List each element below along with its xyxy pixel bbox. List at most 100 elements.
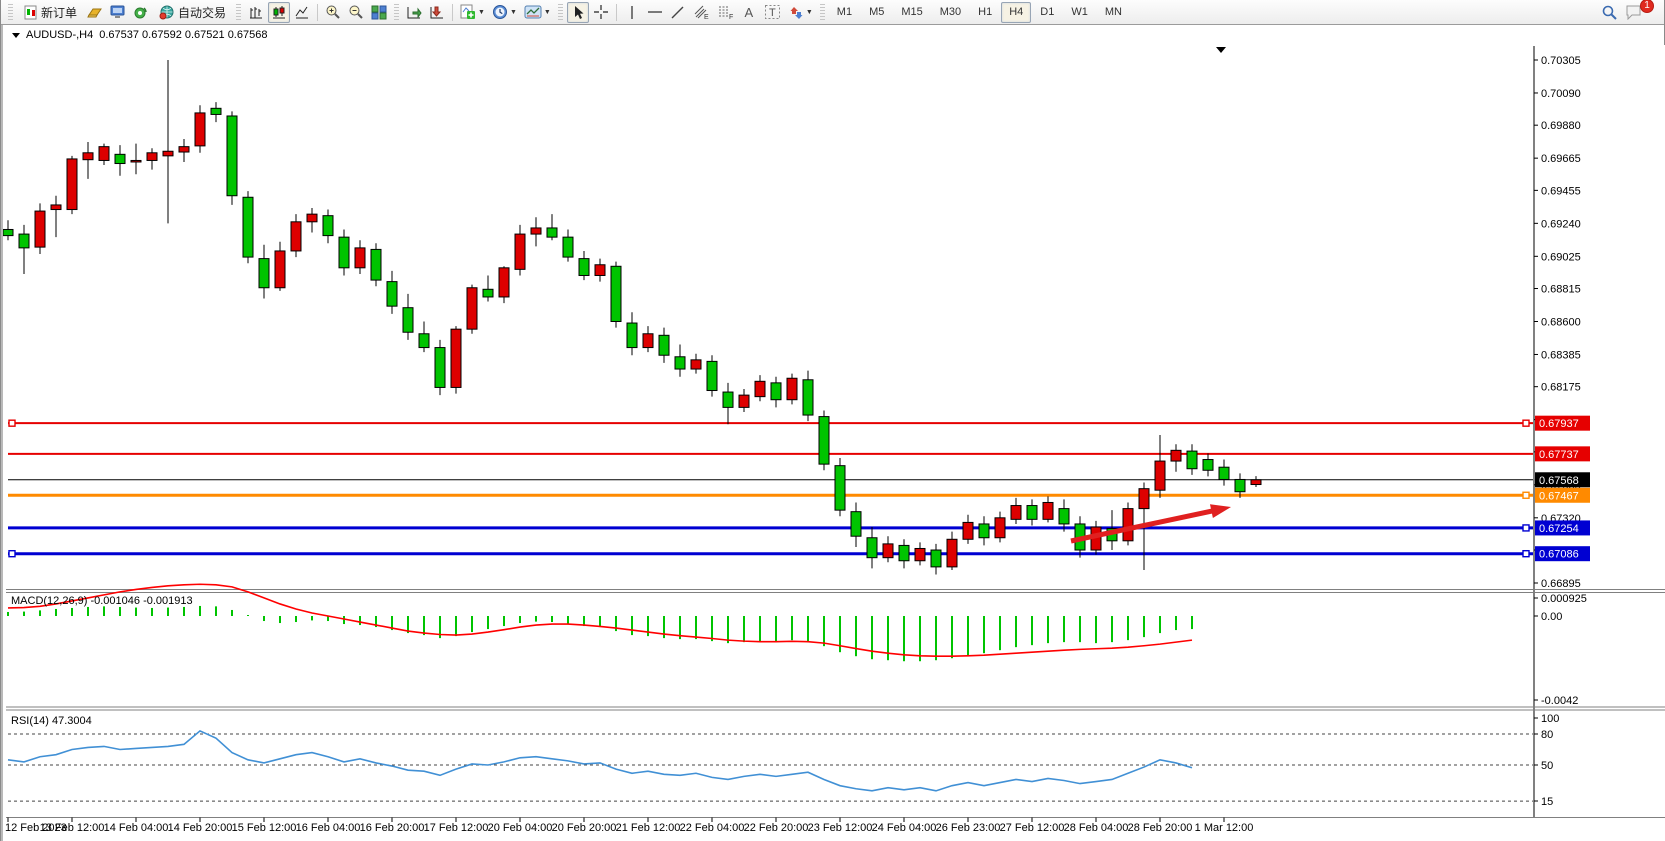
fibonacci-button[interactable]: F [714,2,737,23]
periods-button[interactable]: ▼ [489,2,520,23]
zoom-out-icon [348,4,364,20]
notification-badge[interactable]: 1 [1640,0,1654,13]
chart-canvas[interactable]: 0.703050.700900.698800.696650.694550.692… [3,45,1665,841]
timeframe-m15[interactable]: M15 [893,2,930,23]
svg-text:F: F [729,14,733,20]
timeframe-m5[interactable]: M5 [861,2,892,23]
tile-windows-button[interactable] [368,2,390,23]
market-watch-button[interactable] [84,2,106,23]
chevron-down-icon: ▼ [510,9,517,16]
svg-text:28 Feb 20:00: 28 Feb 20:00 [1128,822,1193,834]
auto-trading-label: 自动交易 [178,4,226,21]
timeframe-h4[interactable]: H4 [1001,2,1031,23]
zoom-out-button[interactable] [345,2,367,23]
vertical-line-button[interactable] [621,2,643,23]
trend-arrow[interactable] [1071,504,1231,541]
text-button[interactable]: A [738,2,760,23]
crosshair-icon [593,4,609,20]
template-icon [524,5,542,19]
auto-scroll-button[interactable] [403,2,425,23]
chart-shift-marker[interactable] [1216,47,1226,53]
timeframe-m30[interactable]: M30 [932,2,969,23]
cursor-button[interactable] [567,2,589,23]
toolbar-grip[interactable] [558,4,563,21]
indicators-button[interactable]: ▼ [457,2,488,23]
svg-text:20 Feb 20:00: 20 Feb 20:00 [552,822,617,834]
toolbar-separator [452,4,453,21]
candlestick-chart-button[interactable] [268,2,290,23]
chevron-down-icon: ▼ [806,9,813,16]
equidistant-channel-button[interactable]: E [690,2,713,23]
rsi-line [8,731,1192,791]
chevron-down-icon: ▼ [478,9,485,16]
timeframe-m1[interactable]: M1 [829,2,860,23]
svg-text:RSI(14) 47.3004: RSI(14) 47.3004 [11,715,92,727]
search-button[interactable] [1598,2,1621,23]
svg-text:80: 80 [1541,729,1553,741]
shift-marker[interactable] [1216,47,1226,53]
svg-text:0.69455: 0.69455 [1541,185,1581,197]
timeframe-h1[interactable]: H1 [970,2,1000,23]
cursor-icon [571,5,585,20]
channel-icon: E [693,4,710,20]
svg-text:0.70090: 0.70090 [1541,88,1581,100]
svg-text:0.69880: 0.69880 [1541,120,1581,132]
timeframe-mn[interactable]: MN [1097,2,1130,23]
crosshair-button[interactable] [590,2,612,23]
indicator-add-icon [460,4,476,20]
zoom-in-button[interactable] [322,2,344,23]
toolbar-grip[interactable] [8,4,13,21]
svg-text:0.69240: 0.69240 [1541,218,1581,230]
timeframe-w1[interactable]: W1 [1063,2,1096,23]
notifications-button[interactable]: 1 [1622,2,1646,23]
svg-text:0.67467: 0.67467 [1539,490,1579,502]
price-badges: 0.679370.677370.675680.674670.672540.670… [1535,416,1590,562]
chart-area[interactable]: 0.703050.700900.698800.696650.694550.692… [1,45,1665,841]
vertical-line-icon [627,5,637,20]
arrows-tool-icon [788,5,804,20]
svg-text:21 Feb 12:00: 21 Feb 12:00 [616,822,681,834]
auto-trading-button[interactable]: 自动交易 [153,2,232,23]
fibonacci-icon: F [717,4,734,20]
svg-text:E: E [704,14,709,20]
signal-button[interactable] [130,2,152,23]
svg-text:15: 15 [1541,796,1553,808]
clock-icon [492,4,508,20]
symbol-dropdown-icon[interactable] [12,33,20,38]
line-chart-button[interactable] [291,2,313,23]
pane-frame [6,46,1665,818]
svg-text:28 Feb 04:00: 28 Feb 04:00 [1064,822,1129,834]
svg-text:17 Feb 12:00: 17 Feb 12:00 [424,822,489,834]
svg-text:0.67086: 0.67086 [1539,549,1579,561]
toolbar-grip[interactable] [236,4,241,21]
svg-text:0.68385: 0.68385 [1541,349,1581,361]
chart-ohlc-quote: 0.67537 0.67592 0.67521 0.67568 [99,29,267,41]
time-axis[interactable]: 12 Feb 202313 Feb 12:0014 Feb 04:0014 Fe… [5,818,1253,835]
price-axis: 0.703050.700900.698800.696650.694550.692… [1534,55,1581,590]
rsi-pane: RSI(14) 47.3004100805015 [8,713,1559,808]
text-a-icon: A [745,5,754,20]
svg-text:22 Feb 04:00: 22 Feb 04:00 [680,822,745,834]
auto-scroll-icon [406,5,422,20]
terminal-button[interactable] [107,2,129,23]
svg-text:T: T [769,7,776,19]
trendline-button[interactable] [667,2,689,23]
macd-pane: MACD(12,26,9) -0.001046 -0.0019130.00092… [8,584,1587,707]
horizontal-lines[interactable] [8,420,1533,557]
new-order-button[interactable]: 新订单 [17,2,83,23]
arrows-tool-button[interactable]: ▼ [785,2,816,23]
chart-shift-button[interactable] [426,2,448,23]
templates-button[interactable]: ▼ [521,2,554,23]
horizontal-line-button[interactable] [644,2,666,23]
svg-text:23 Feb 12:00: 23 Feb 12:00 [808,822,873,834]
svg-text:0.69665: 0.69665 [1541,153,1581,165]
text-label-icon: T [764,4,781,20]
timeframe-d1[interactable]: D1 [1032,2,1062,23]
toolbar-grip[interactable] [394,4,399,21]
svg-text:14 Feb 04:00: 14 Feb 04:00 [104,822,169,834]
toolbar-grip[interactable] [820,4,825,21]
bar-chart-button[interactable] [245,2,267,23]
svg-text:14 Feb 20:00: 14 Feb 20:00 [168,822,233,834]
monitor-icon [110,5,126,20]
text-label-button[interactable]: T [761,2,784,23]
